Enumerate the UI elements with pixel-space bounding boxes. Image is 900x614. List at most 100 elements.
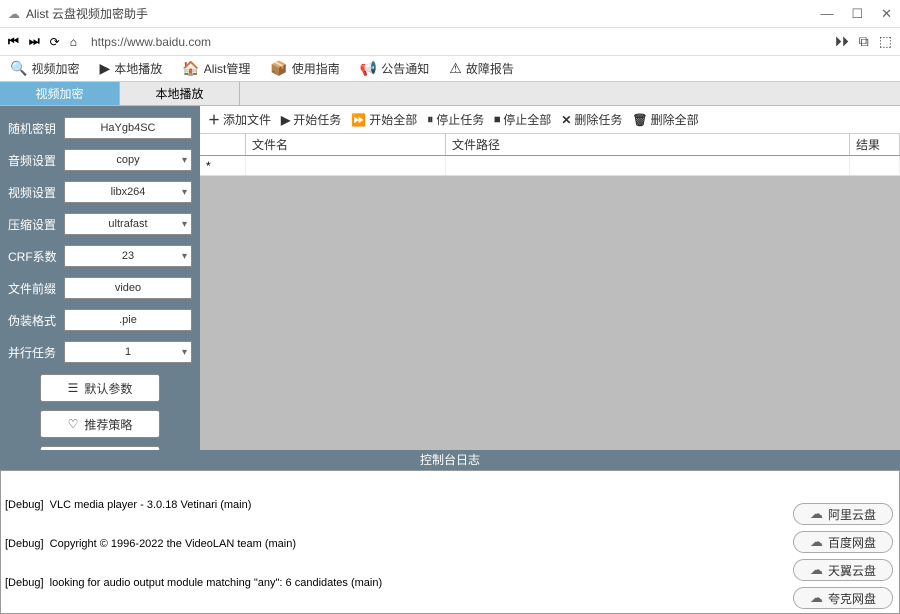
log-line: [Debug] looking for audio output module …: [5, 577, 783, 590]
lbl-fakeext: 伪装格式: [8, 312, 64, 329]
forward-icon[interactable]: ⏵⏵: [835, 33, 849, 50]
input-fakeext[interactable]: .pie: [64, 309, 192, 331]
delete-all-button[interactable]: 🗑 删除全部: [632, 111, 698, 128]
cell-filepath: [446, 156, 850, 175]
select-audio[interactable]: copy ▾: [64, 149, 192, 171]
chevron-down-icon: ▾: [182, 251, 187, 262]
tab-guide[interactable]: 📦使用指南: [266, 58, 343, 79]
add-file-button[interactable]: ＋添加文件: [208, 111, 271, 128]
stop-icon: ⏹: [494, 112, 500, 127]
log-line: [Debug] Copyright © 1996-2022 the VideoL…: [5, 538, 783, 551]
cloud-quark-button[interactable]: ☁ 夸克网盘: [793, 587, 893, 609]
list-icon: ☰: [68, 381, 79, 395]
log-output[interactable]: [Debug] VLC media player - 3.0.18 Vetina…: [1, 471, 787, 613]
select-compress[interactable]: ultrafast ▾: [64, 213, 192, 235]
lbl-prefix: 文件前缀: [8, 280, 64, 297]
row-marker: *: [200, 156, 246, 175]
cloud-tianyi-button[interactable]: ☁天翼云盘: [793, 559, 893, 581]
chevron-down-icon: ▾: [182, 219, 187, 230]
tab-label: 本地播放: [114, 60, 162, 77]
col-blank: [200, 134, 246, 155]
tab-video-encrypt[interactable]: 🔍视频加密: [6, 58, 83, 79]
home-icon: 🏠: [182, 60, 199, 77]
cloud-icon: ☁: [810, 506, 823, 522]
field-value: libx264: [111, 186, 146, 198]
log-line: [Debug] VLC media player - 3.0.18 Vetina…: [5, 499, 783, 512]
navbar: ⏮ ⏭ ⟳ ⌂ https://www.baidu.com ⏵⏵ ⧉ ⬚: [0, 28, 900, 56]
cloud-buttons: ☁ 阿里云盘 ☁百度网盘 ☁天翼云盘 ☁ 夸克网盘: [787, 471, 899, 613]
cloud-icon: ☁: [810, 590, 823, 606]
content-area: ＋添加文件 ▶开始任务 ⏩开始全部 ⏸停止任务 ⏹停止全部 ✕删除任务 🗑 删除全…: [200, 106, 900, 450]
tab-bug-report[interactable]: ⚠故障报告: [445, 58, 518, 79]
file-toolbar: ＋添加文件 ▶开始任务 ⏩开始全部 ⏸停止任务 ⏹停止全部 ✕删除任务 🗑 删除全…: [200, 106, 900, 134]
select-parallel[interactable]: 1▾: [64, 341, 192, 363]
field-value: HaYgb4SC: [100, 122, 155, 134]
cloud-baidu-button[interactable]: ☁百度网盘: [793, 531, 893, 553]
url-field[interactable]: https://www.baidu.com: [87, 35, 825, 49]
table-row[interactable]: *: [200, 156, 900, 176]
chevron-down-icon: ▾: [182, 155, 187, 166]
tab-announce[interactable]: 📢公告通知: [356, 58, 433, 79]
plus-icon: ＋: [208, 111, 220, 128]
button-label: 夸克网盘: [828, 590, 876, 607]
trash-icon: 🗑: [632, 113, 647, 127]
field-value: .pie: [119, 314, 137, 326]
start-all-button[interactable]: ⏩开始全部: [351, 111, 417, 128]
button-label: 阿里云盘: [828, 506, 876, 523]
close-button[interactable]: ✕: [881, 6, 892, 22]
sidebar: 随机密钥HaYgb4SC 音频设置copy▾ 视频设置libx264▾ 压缩设置…: [0, 106, 200, 450]
field-value: video: [115, 282, 141, 294]
button-label: 删除全部: [651, 111, 699, 128]
main-area: 随机密钥HaYgb4SC 音频设置copy▾ 视频设置libx264▾ 压缩设置…: [0, 106, 900, 450]
cloud-aliyun-button[interactable]: ☁ 阿里云盘: [793, 503, 893, 525]
cloud-icon: ☁: [810, 534, 823, 550]
titlebar: ☁ Alist 云盘视频加密助手 — ☐ ✕: [0, 0, 900, 28]
subtabs: 视频加密 本地播放: [0, 82, 900, 106]
field-value: ultrafast: [108, 218, 147, 230]
box-icon: 📦: [270, 60, 287, 77]
default-params-button[interactable]: ☰ 默认参数: [40, 374, 160, 402]
start-task-button[interactable]: ▶开始任务: [281, 111, 341, 128]
nav-forward-icon[interactable]: ⏭: [29, 34, 40, 49]
lbl-random-key: 随机密钥: [8, 120, 64, 137]
input-prefix[interactable]: video: [64, 277, 192, 299]
select-video[interactable]: libx264▾: [64, 181, 192, 203]
nav-home-icon[interactable]: ⌂: [70, 35, 77, 49]
subtab-encrypt[interactable]: 视频加密: [0, 82, 120, 105]
recommend-strategy-button[interactable]: ♡推荐策略: [40, 410, 160, 438]
button-label: 开始任务: [293, 111, 341, 128]
input-random-key[interactable]: HaYgb4SC: [64, 117, 192, 139]
subtab-localplay[interactable]: 本地播放: [120, 82, 240, 105]
button-label: 开始全部: [369, 111, 417, 128]
stop-task-button[interactable]: ⏸停止任务: [427, 111, 484, 128]
field-value: copy: [116, 154, 139, 166]
cube-icon[interactable]: ⬚: [879, 33, 892, 50]
lbl-compress: 压缩设置: [8, 216, 64, 233]
col-filepath[interactable]: 文件路径: [446, 134, 850, 155]
tab-local-play[interactable]: ▶本地播放: [95, 58, 166, 79]
cloud-icon: ☁: [810, 562, 823, 578]
app-icon: ☁: [8, 7, 20, 21]
maximize-button[interactable]: ☐: [851, 6, 863, 22]
table-body: *: [200, 156, 900, 450]
log-header: 控制台日志: [0, 450, 900, 470]
button-label: 停止全部: [503, 111, 551, 128]
button-label: 默认参数: [84, 380, 132, 397]
nav-back-icon[interactable]: ⏮: [8, 34, 19, 49]
main-tabbar: 🔍视频加密 ▶本地播放 🏠Alist管理 📦使用指南 📢公告通知 ⚠故障报告: [0, 56, 900, 82]
delete-task-button[interactable]: ✕删除任务: [561, 111, 622, 128]
copy-icon[interactable]: ⧉: [859, 33, 869, 50]
nav-refresh-icon[interactable]: ⟳: [50, 35, 60, 49]
lbl-video: 视频设置: [8, 184, 64, 201]
col-result[interactable]: 结果: [850, 134, 900, 155]
log-panel: [Debug] VLC media player - 3.0.18 Vetina…: [0, 470, 900, 614]
field-value: 23: [122, 250, 134, 262]
tab-label: 公告通知: [381, 60, 429, 77]
lbl-audio: 音频设置: [8, 152, 64, 169]
tab-alist-manage[interactable]: 🏠Alist管理: [178, 58, 254, 79]
param-explain-button[interactable]: ☰参数释义: [40, 446, 160, 450]
stop-all-button[interactable]: ⏹停止全部: [494, 111, 551, 128]
minimize-button[interactable]: —: [820, 6, 833, 22]
col-filename[interactable]: 文件名: [246, 134, 446, 155]
select-crf[interactable]: 23 ▾: [64, 245, 192, 267]
